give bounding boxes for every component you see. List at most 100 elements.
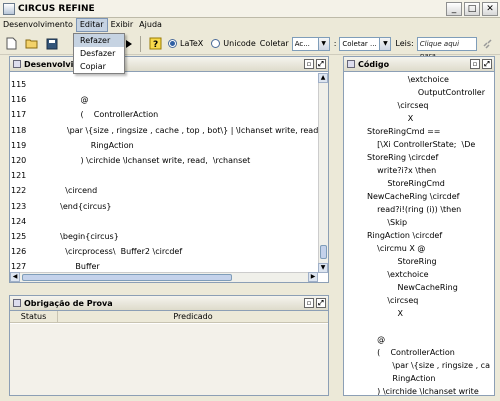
panel-icon — [13, 299, 21, 307]
editor-line[interactable]: 116 @ — [10, 92, 318, 107]
restore-panel-icon[interactable]: ▫ — [470, 59, 480, 69]
editor-horizontal-scrollbar[interactable]: ◀ ▶ — [10, 272, 318, 282]
editor-vertical-scrollbar[interactable]: ▲ ▼ — [318, 73, 328, 273]
leis-search-input[interactable]: Clique aqui para — [416, 36, 477, 60]
code-line: NewCacheRing — [367, 283, 458, 292]
development-panel: Desenvolvim ▫ ⤢ 115 116 @117 ( Controller… — [9, 56, 329, 283]
line-text: \circend — [50, 186, 98, 196]
code-line: \par \{size , ringsize , ca — [367, 361, 490, 370]
line-number: 121 — [11, 171, 27, 181]
proof-table-body[interactable] — [10, 324, 328, 395]
scroll-thumb[interactable] — [320, 245, 327, 259]
help-icon: ? — [149, 37, 162, 50]
proof-table-header: Status Predicado — [10, 311, 328, 323]
line-number: 116 — [11, 95, 27, 105]
menu-exibir[interactable]: Exibir — [108, 18, 137, 32]
code-line: \circseq — [367, 101, 429, 110]
editor-line[interactable]: 121 — [10, 168, 318, 183]
line-text: \circprocess\ Buffer2 \circdef — [50, 247, 183, 257]
link-icon — [483, 38, 492, 49]
close-button[interactable]: ✕ — [482, 1, 498, 16]
code-line: X — [367, 114, 414, 123]
latex-radio[interactable]: LaTeX — [168, 39, 203, 48]
editor-line[interactable]: 124 — [10, 214, 318, 229]
code-view[interactable]: \extchoice OutputController \circseq X St… — [367, 73, 495, 395]
editor-line[interactable]: 119 RingAction — [10, 138, 318, 153]
open-button[interactable] — [23, 35, 40, 52]
scroll-down-icon[interactable]: ▼ — [318, 263, 328, 273]
scroll-thumb[interactable] — [22, 274, 232, 281]
menu-desenvolvimento[interactable]: Desenvolvimento — [0, 18, 76, 32]
code-line: \circseq — [367, 296, 419, 305]
minimize-button[interactable]: _ — [446, 1, 462, 16]
editor-line[interactable]: 125 \begin{circus} — [10, 229, 318, 244]
code-editor[interactable]: 115 116 @117 ( ControllerAction 118 \par \… — [10, 77, 318, 273]
code-line: ) \circhide \lchanset write — [367, 387, 479, 395]
editor-line[interactable]: 120 ) \circhide \lchanset write, read, \… — [10, 153, 318, 168]
proof-panel-title: Obrigação de Prova — [24, 298, 113, 308]
help-button[interactable]: ? — [147, 35, 164, 52]
menu-ajuda[interactable]: Ajuda — [136, 18, 165, 32]
coletar-label: Coletar — [259, 39, 289, 48]
code-line: X — [367, 309, 403, 318]
scroll-right-icon[interactable]: ▶ — [308, 272, 318, 282]
restore-panel-icon[interactable]: ▫ — [304, 59, 314, 69]
code-line: StoreRingCmd == — [367, 127, 441, 136]
action-combo-value: Ac... — [294, 39, 310, 48]
maximize-panel-icon[interactable]: ⤢ — [316, 298, 326, 308]
window-title: CIRCUS REFINE — [18, 3, 95, 14]
code-line: \circmu X @ — [367, 244, 426, 253]
radio-selected-icon — [168, 39, 177, 48]
chevron-down-icon: ▼ — [317, 37, 329, 50]
menu-editar[interactable]: Editar — [75, 18, 108, 32]
edit-menu-dropdown: Refazer Desfazer Copiar — [73, 33, 125, 74]
new-file-button[interactable] — [3, 35, 20, 52]
code-line: StoreRing \circdef — [367, 153, 439, 162]
menu-item-desfazer[interactable]: Desfazer — [74, 47, 124, 60]
editor-line[interactable]: 117 ( ControllerAction — [10, 107, 318, 122]
scroll-left-icon[interactable]: ◀ — [10, 272, 20, 282]
editor-line[interactable]: 122 \circend — [10, 183, 318, 198]
line-text: Buffer — [50, 262, 100, 272]
editor-line[interactable]: 115 — [10, 77, 318, 92]
scroll-up-icon[interactable]: ▲ — [318, 73, 328, 83]
editor-line[interactable]: 118 \par \{size , ringsize , cache , top… — [10, 123, 318, 138]
menu-item-refazer[interactable]: Refazer — [74, 34, 124, 47]
unicode-radio[interactable]: Unicode — [211, 39, 256, 48]
save-button[interactable] — [43, 35, 60, 52]
development-panel-header: Desenvolvim ▫ ⤢ — [10, 57, 328, 72]
code-line: ( ControllerAction — [367, 348, 455, 357]
coletar-combo[interactable]: Coletar ... ▼ — [339, 36, 392, 51]
line-text: \end{circus} — [50, 201, 112, 211]
line-number: 119 — [11, 140, 27, 150]
link-button[interactable] — [480, 35, 497, 52]
chevron-down-icon: ▼ — [379, 37, 391, 50]
action-combo[interactable]: Ac... ▼ — [291, 36, 330, 51]
restore-panel-icon[interactable]: ▫ — [304, 298, 314, 308]
coletar-combo-value: Coletar ... — [342, 39, 377, 48]
code-panel-header: Código ▫ ⤢ — [344, 57, 494, 72]
editor-line[interactable]: 126 \circprocess\ Buffer2 \circdef — [10, 244, 318, 259]
new-file-icon — [6, 37, 17, 50]
save-icon — [46, 38, 57, 49]
line-text: @ — [50, 95, 89, 105]
code-line: \extchoice — [367, 270, 429, 279]
column-status[interactable]: Status — [10, 311, 58, 322]
column-predicado[interactable]: Predicado — [58, 311, 328, 322]
maximize-button[interactable]: □ — [464, 1, 480, 16]
proof-obligation-panel: Obrigação de Prova ▫ ⤢ Status Predicado — [9, 295, 329, 396]
code-panel: Código ▫ ⤢ \extchoice OutputController \… — [343, 56, 495, 396]
code-line: read?i!(ring (i)) \then — [367, 205, 462, 214]
play-icon — [125, 39, 132, 48]
code-panel-title: Código — [358, 59, 390, 69]
line-text: RingAction — [50, 140, 134, 150]
code-line: OutputController — [367, 88, 485, 97]
editor-line[interactable]: 127 Buffer — [10, 259, 318, 273]
editor-line[interactable]: 123 \end{circus} — [10, 199, 318, 214]
code-line: \Skip — [367, 218, 408, 227]
menu-item-copiar[interactable]: Copiar — [74, 60, 124, 73]
maximize-panel-icon[interactable]: ⤢ — [316, 59, 326, 69]
maximize-panel-icon[interactable]: ⤢ — [482, 59, 492, 69]
panel-icon — [347, 60, 355, 68]
